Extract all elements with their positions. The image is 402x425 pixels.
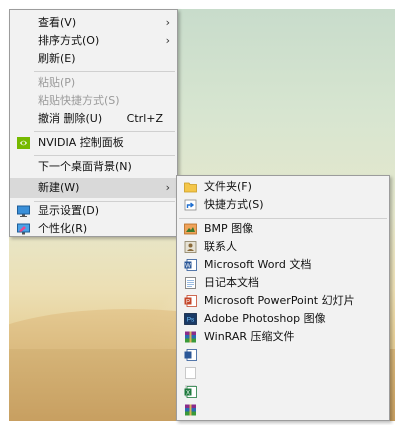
word-document-icon: W [184, 259, 197, 271]
powerpoint-icon: P [184, 295, 197, 307]
svg-text:Ps: Ps [187, 317, 195, 324]
menu-item-paste[interactable]: 粘贴(P) [10, 74, 177, 92]
menu-separator [34, 155, 175, 156]
menu-item-label: 显示设置(D) [38, 204, 100, 217]
menu-item-label: 日记本文档 [204, 276, 259, 289]
menu-item-label: Microsoft Word 文档 [204, 258, 312, 271]
menu-item-label: 排序方式(O) [38, 34, 100, 47]
submenu-item-contact[interactable]: 联系人 [177, 238, 389, 256]
submenu-item-word-document[interactable]: W Microsoft Word 文档 [177, 256, 389, 274]
menu-separator [179, 218, 387, 219]
menu-separator [34, 71, 175, 72]
submenu-item-obscured[interactable] [177, 346, 389, 364]
menu-item-label: 快捷方式(S) [204, 198, 264, 211]
submenu-item-powerpoint[interactable]: P Microsoft PowerPoint 幻灯片 [177, 292, 389, 310]
menu-item-label: 查看(V) [38, 16, 77, 29]
menu-item-undo-delete[interactable]: 撤消 删除(U) Ctrl+Z [10, 110, 177, 128]
menu-item-next-desktop-background[interactable]: 下一个桌面背景(N) [10, 158, 177, 176]
photoshop-image-icon: Ps [184, 313, 197, 325]
menu-item-label: 下一个桌面背景(N) [38, 160, 132, 173]
journal-document-icon [185, 277, 196, 289]
new-submenu: 文件夹(F) 快捷方式(S) BMP 图像 联系人 W Microsoft Wo… [176, 175, 390, 421]
excel-spreadsheet-icon: X [184, 386, 197, 398]
winrar-zip-icon [185, 404, 196, 416]
chevron-right-icon: › [165, 34, 170, 47]
menu-item-label: 新建(W) [38, 181, 80, 194]
folder-icon [184, 182, 197, 193]
word-document-icon [184, 349, 197, 361]
personalize-icon [17, 223, 30, 235]
submenu-item-obscured[interactable] [177, 364, 389, 382]
menu-item-label: 撤消 删除(U) [38, 112, 103, 125]
menu-item-label: 粘贴快捷方式(S) [38, 94, 120, 107]
menu-item-display-settings[interactable]: 显示设置(D) [10, 202, 177, 220]
menu-item-personalize[interactable]: 个性化(R) [10, 220, 177, 238]
text-document-icon [185, 367, 196, 379]
menu-item-shortcut: Ctrl+Z [126, 112, 163, 125]
menu-item-label: BMP 图像 [204, 222, 254, 235]
chevron-right-icon: › [165, 181, 170, 194]
bmp-image-icon [184, 223, 197, 235]
submenu-item-winrar-archive[interactable]: WinRAR 压缩文件 [177, 328, 389, 346]
menu-item-label: 联系人 [204, 240, 237, 253]
menu-item-refresh[interactable]: 刷新(E) [10, 50, 177, 68]
menu-item-label: Adobe Photoshop 图像 [204, 312, 326, 325]
submenu-item-bmp-image[interactable]: BMP 图像 [177, 220, 389, 238]
menu-item-nvidia-control-panel[interactable]: NVIDIA 控制面板 [10, 134, 177, 152]
menu-item-paste-shortcut[interactable]: 粘贴快捷方式(S) [10, 92, 177, 110]
menu-item-sort-by[interactable]: 排序方式(O) › [10, 32, 177, 50]
menu-item-label: 个性化(R) [38, 222, 88, 235]
svg-text:P: P [186, 299, 190, 305]
submenu-item-obscured[interactable] [177, 401, 389, 419]
menu-item-label: 刷新(E) [38, 52, 76, 65]
winrar-archive-icon [185, 331, 196, 343]
submenu-item-folder[interactable]: 文件夹(F) [177, 178, 389, 196]
menu-item-new[interactable]: 新建(W) › [10, 178, 177, 198]
display-settings-icon [17, 205, 30, 217]
desktop-context-menu: 查看(V) › 排序方式(O) › 刷新(E) 粘贴(P) 粘贴快捷方式(S) … [9, 9, 178, 237]
submenu-item-shortcut[interactable]: 快捷方式(S) [177, 196, 389, 214]
menu-item-label: NVIDIA 控制面板 [38, 136, 124, 149]
contact-icon [184, 241, 197, 253]
nvidia-icon [17, 137, 30, 149]
submenu-item-journal-document[interactable]: 日记本文档 [177, 274, 389, 292]
menu-item-label: 文件夹(F) [204, 180, 252, 193]
shortcut-icon [184, 199, 197, 211]
svg-text:W: W [185, 263, 191, 269]
menu-separator [34, 131, 175, 132]
menu-item-label: 粘贴(P) [38, 76, 76, 89]
menu-item-label: WinRAR 压缩文件 [204, 330, 295, 343]
chevron-right-icon: › [165, 16, 170, 29]
submenu-item-obscured[interactable]: X [177, 383, 389, 401]
menu-item-label: Microsoft PowerPoint 幻灯片 [204, 294, 355, 307]
submenu-item-photoshop-image[interactable]: Ps Adobe Photoshop 图像 [177, 310, 389, 328]
svg-text:X: X [186, 390, 190, 396]
menu-item-view[interactable]: 查看(V) › [10, 14, 177, 32]
